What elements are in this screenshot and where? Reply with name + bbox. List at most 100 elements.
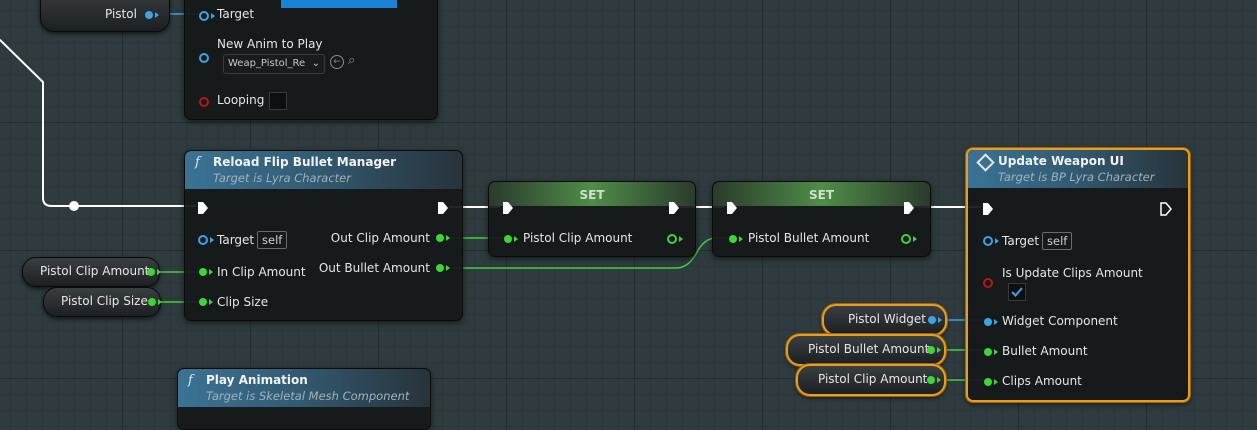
exec-in-pin[interactable]: [197, 201, 209, 215]
set-output-arrow: [679, 236, 683, 242]
set-node-bullet-amount[interactable]: SET Pistol Bullet Amount: [712, 181, 931, 257]
exec-out-pin[interactable]: [437, 201, 449, 215]
search-icon[interactable]: ⌕: [348, 53, 355, 68]
clip-size-arrow: [209, 299, 213, 305]
set-input-pin[interactable]: [729, 235, 737, 243]
widget-component-arrow: [994, 319, 998, 325]
target-pin[interactable]: [983, 236, 993, 246]
checkmark-icon: [1011, 287, 1023, 297]
is-update-label: Is Update Clips Amount: [1002, 266, 1143, 280]
var-output-arrow: [158, 299, 162, 305]
var-pistol-widget[interactable]: Pistol Widget: [822, 304, 947, 336]
out-clip-pin[interactable]: [436, 234, 444, 242]
var-output-pin[interactable]: [148, 298, 156, 306]
var-pistol-arrow: [155, 12, 159, 18]
update-node-title: Update Weapon UI: [998, 154, 1124, 168]
set-node-1-header: SET: [489, 182, 695, 206]
var-pistol[interactable]: Pistol: [40, 0, 170, 32]
reload-node-subtitle: Target is Lyra Character: [213, 171, 351, 185]
in-clip-arrow: [209, 269, 213, 275]
out-bullet-label: Out Bullet Amount: [318, 261, 430, 275]
reload-node-header: f Reload Flip Bullet Manager Target is L…: [185, 151, 462, 189]
var-label: Pistol Bullet Amount: [808, 342, 930, 356]
target-label: Target: [217, 233, 255, 247]
play-animation-header: f Play Animation Target is Skeletal Mesh…: [178, 369, 430, 407]
set-var-label: Pistol Bullet Amount: [748, 231, 870, 245]
var-output-pin[interactable]: [147, 268, 155, 276]
exec-in-pin[interactable]: [502, 201, 514, 215]
reload-flip-bullet-manager-node[interactable]: f Reload Flip Bullet Manager Target is L…: [184, 150, 463, 321]
play-animation-node-bottom[interactable]: f Play Animation Target is Skeletal Mesh…: [177, 368, 431, 430]
browse-back-icon[interactable]: ←: [330, 55, 344, 69]
var-output-arrow: [937, 377, 941, 383]
out-bullet-pin[interactable]: [436, 264, 444, 272]
reroute-knot: [69, 201, 79, 211]
function-icon: f: [195, 155, 200, 170]
exec-in-pin[interactable]: [982, 202, 994, 216]
var-pistol-clip-amount[interactable]: Pistol Clip Amount: [22, 257, 161, 287]
var-pistol-clip-amount-2[interactable]: Pistol Clip Amount: [796, 364, 946, 396]
var-pistol-bullet-amount[interactable]: Pistol Bullet Amount: [786, 334, 946, 366]
anim-asset-dropdown[interactable]: Weap_Pistol_Re ⌄: [223, 54, 325, 74]
looping-checkbox[interactable]: [269, 92, 287, 110]
set-output-pin[interactable]: [667, 234, 677, 244]
top-action-button[interactable]: [281, 0, 397, 8]
in-clip-pin[interactable]: [199, 268, 207, 276]
target-label: Target: [217, 7, 255, 21]
widget-component-label: Widget Component: [1002, 314, 1118, 328]
var-output-pin[interactable]: [927, 376, 935, 384]
set-var-label: Pistol Clip Amount: [523, 231, 633, 245]
target-arrow: [995, 238, 999, 244]
out-bullet-arrow: [446, 265, 450, 271]
set-node-clip-amount[interactable]: SET Pistol Clip Amount: [488, 181, 696, 257]
var-pistol-label: Pistol: [105, 7, 137, 21]
bullet-amount-label: Bullet Amount: [1002, 344, 1088, 358]
var-label: Pistol Clip Amount: [40, 264, 150, 278]
var-label: Pistol Clip Size: [61, 294, 148, 308]
event-diamond-icon: [976, 153, 995, 172]
function-icon: f: [188, 373, 193, 388]
self-box: self: [257, 231, 288, 249]
is-update-pin[interactable]: [983, 278, 993, 288]
clip-size-pin[interactable]: [199, 298, 207, 306]
var-pistol-pin[interactable]: [145, 11, 153, 19]
widget-component-pin[interactable]: [984, 318, 992, 326]
exec-in-pin[interactable]: [726, 201, 738, 215]
exec-out-pin[interactable]: [903, 201, 915, 215]
new-anim-label: New Anim to Play: [217, 37, 323, 51]
target-pin[interactable]: [198, 235, 208, 245]
chevron-down-icon: ⌄: [311, 58, 320, 69]
var-output-arrow: [937, 347, 941, 353]
set-input-pin[interactable]: [504, 235, 512, 243]
exec-wire-in: [0, 39, 197, 207]
set-input-arrow: [514, 236, 518, 242]
clips-amount-arrow: [994, 379, 998, 385]
is-update-checkbox[interactable]: [1008, 283, 1026, 301]
clip-size-label: Clip Size: [217, 295, 269, 309]
set-output-pin[interactable]: [901, 234, 911, 244]
looping-label: Looping: [217, 93, 265, 107]
set-output-arrow: [913, 236, 917, 242]
out-clip-arrow: [446, 235, 450, 241]
reload-node-title: Reload Flip Bullet Manager: [213, 155, 397, 169]
set-input-arrow: [739, 236, 743, 242]
set-node-2-header: SET: [713, 182, 930, 206]
anim-asset-value: Weap_Pistol_Re: [228, 58, 306, 69]
var-output-pin[interactable]: [927, 346, 935, 354]
bullet-amount-pin[interactable]: [984, 348, 992, 356]
var-output-arrow: [938, 317, 942, 323]
play-animation-title: Play Animation: [206, 373, 308, 387]
new-anim-pin[interactable]: [199, 53, 209, 63]
looping-pin[interactable]: [199, 97, 209, 107]
play-animation-node-top[interactable]: Target New Anim to Play Weap_Pistol_Re ⌄…: [184, 0, 438, 120]
var-output-pin[interactable]: [928, 316, 936, 324]
var-label: Pistol Widget: [848, 312, 927, 326]
exec-out-pin[interactable]: [668, 201, 680, 215]
update-node-subtitle: Target is BP Lyra Character: [998, 170, 1155, 184]
update-weapon-ui-node[interactable]: Update Weapon UI Target is BP Lyra Chara…: [966, 148, 1190, 402]
target-pin[interactable]: [199, 11, 209, 21]
play-animation-subtitle: Target is Skeletal Mesh Component: [206, 389, 410, 403]
exec-out-pin[interactable]: [1160, 202, 1172, 216]
clips-amount-pin[interactable]: [984, 378, 992, 386]
var-pistol-clip-size[interactable]: Pistol Clip Size: [43, 287, 162, 317]
